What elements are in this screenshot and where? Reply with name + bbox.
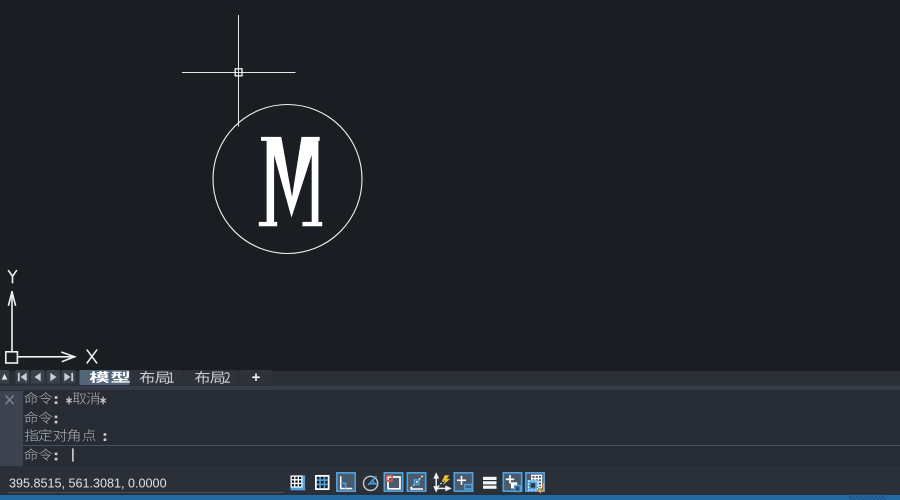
svg-text:395.8515, 561.3081, 0.0000: 395.8515, 561.3081, 0.0000 [9, 477, 167, 491]
